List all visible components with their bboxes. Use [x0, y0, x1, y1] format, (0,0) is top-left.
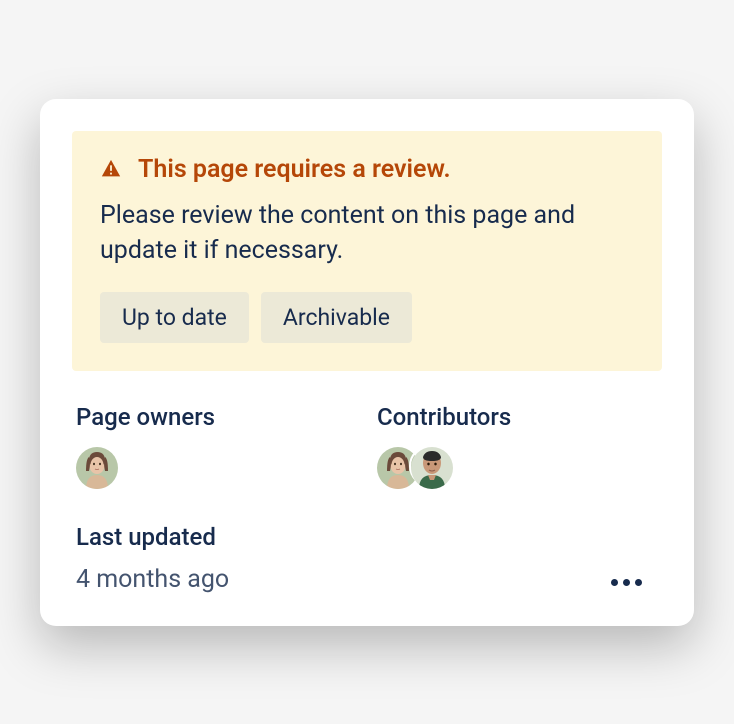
more-icon: [635, 579, 642, 586]
avatar[interactable]: [74, 445, 116, 487]
bottom-row: Last updated 4 months ago: [76, 523, 658, 594]
last-updated-section: Last updated 4 months ago: [76, 523, 229, 594]
banner-title: This page requires a review.: [138, 155, 451, 184]
page-owners-section: Page owners: [76, 403, 357, 487]
more-icon: [623, 579, 630, 586]
last-updated-value: 4 months ago: [76, 565, 229, 594]
info-grid: Page owners: [72, 403, 662, 594]
contributors-section: Contributors: [377, 403, 658, 487]
avatar[interactable]: [409, 445, 451, 487]
page-owners-label: Page owners: [76, 403, 357, 431]
up-to-date-button[interactable]: Up to date: [100, 292, 249, 343]
page-owners-avatars: [76, 445, 357, 487]
page-info-card: This page requires a review. Please revi…: [40, 99, 694, 626]
more-icon: [611, 579, 618, 586]
banner-header: This page requires a review.: [100, 155, 634, 184]
banner-actions: Up to date Archivable: [100, 292, 634, 343]
archivable-button[interactable]: Archivable: [261, 292, 412, 343]
warning-icon: [100, 158, 122, 180]
last-updated-label: Last updated: [76, 523, 229, 551]
banner-body: Please review the content on this page a…: [100, 198, 634, 268]
contributors-label: Contributors: [377, 403, 658, 431]
review-banner: This page requires a review. Please revi…: [72, 131, 662, 371]
contributors-avatars: [377, 445, 658, 487]
more-actions-button[interactable]: [603, 571, 650, 594]
